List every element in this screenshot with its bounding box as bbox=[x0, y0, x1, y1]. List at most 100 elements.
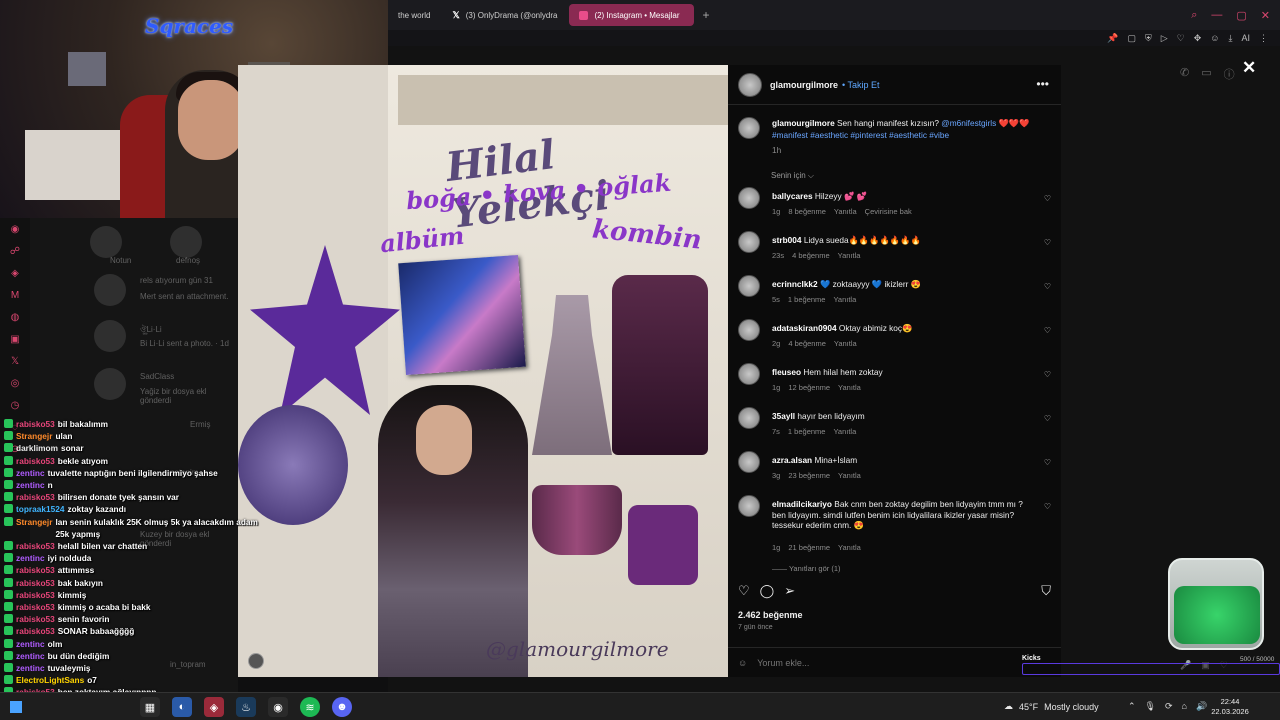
like-comment-icon[interactable]: ♡ bbox=[1044, 458, 1051, 467]
browser-icon[interactable]: ◈ bbox=[204, 697, 224, 717]
info-icon[interactable]: ⓘ bbox=[1224, 66, 1235, 82]
extensions-icon[interactable]: ✥ bbox=[1194, 33, 1202, 44]
view-replies-link[interactable]: —— Yanıtları gör (1) bbox=[772, 564, 841, 573]
chat-username[interactable]: Strangejr bbox=[16, 430, 52, 442]
commenter-name[interactable]: azra.alsan bbox=[772, 455, 812, 465]
weather-widget[interactable]: ☁ 45°F Mostly cloudy bbox=[1004, 701, 1099, 712]
comment-reply[interactable]: Yanıtla bbox=[838, 543, 861, 552]
maximize-button[interactable]: ▢ bbox=[1236, 9, 1246, 22]
commenter-avatar[interactable] bbox=[738, 319, 760, 341]
tab-onlydrama[interactable]: 𝕏 (3) OnlyDrama (@onlydra bbox=[442, 4, 567, 26]
commenter-avatar[interactable] bbox=[738, 407, 760, 429]
comment-reply[interactable]: Yanıtla bbox=[833, 295, 856, 304]
chat-username[interactable]: rabisko53 bbox=[16, 491, 55, 503]
comment-reply[interactable]: Yanıtla bbox=[838, 383, 861, 392]
author-avatar[interactable] bbox=[738, 72, 762, 97]
new-tab-button[interactable]: + bbox=[696, 8, 715, 22]
obs-icon[interactable]: ◉ bbox=[268, 697, 288, 717]
user-icon[interactable]: ☺ bbox=[1210, 33, 1219, 43]
commenter-avatar[interactable] bbox=[738, 363, 760, 385]
comment-reply[interactable]: Yanıtla bbox=[838, 251, 861, 260]
comment-reply[interactable]: Yanıtla bbox=[833, 427, 856, 436]
author-name[interactable]: glamourgilmore bbox=[770, 80, 838, 90]
like-comment-icon[interactable]: ♡ bbox=[1044, 194, 1051, 203]
steam-icon[interactable]: ♨ bbox=[236, 697, 256, 717]
chat-username[interactable]: topraak1524 bbox=[16, 503, 64, 515]
comment-reply[interactable]: Yanıtla bbox=[834, 339, 857, 348]
commenter-name[interactable]: strb004 bbox=[772, 235, 802, 245]
windows-start-icon[interactable] bbox=[10, 701, 22, 713]
chat-username[interactable]: rabisko53 bbox=[16, 564, 55, 576]
like-comment-icon[interactable]: ♡ bbox=[1044, 326, 1051, 335]
mic-icon[interactable]: 🎙 bbox=[1145, 701, 1156, 712]
like-comment-icon[interactable]: ♡ bbox=[1044, 414, 1051, 423]
chat-username[interactable]: rabisko53 bbox=[16, 418, 55, 430]
network-icon[interactable]: ⌂ bbox=[1182, 701, 1187, 712]
app-icon[interactable]: ▦ bbox=[140, 697, 160, 717]
chat-username[interactable]: zentinc bbox=[16, 662, 45, 674]
commenter-name[interactable]: fleuseo bbox=[772, 367, 801, 377]
x-icon[interactable]: 𝕏 bbox=[0, 350, 30, 372]
comment-likes[interactable]: 21 beğenme bbox=[788, 543, 830, 552]
commenter-avatar[interactable] bbox=[738, 495, 760, 517]
commenter-name[interactable]: ballycares bbox=[772, 191, 813, 201]
chat-username[interactable]: zentinc bbox=[16, 638, 45, 650]
video-icon[interactable]: ▭ bbox=[1201, 66, 1211, 82]
chat-username[interactable]: rabisko53 bbox=[16, 601, 55, 613]
comment-reply[interactable]: Yanıtla bbox=[834, 207, 857, 216]
like-icon[interactable]: ♡ bbox=[738, 583, 750, 599]
phone-icon[interactable]: ✆ bbox=[1180, 66, 1189, 82]
comment-likes[interactable]: 4 beğenme bbox=[788, 339, 826, 348]
comment-icon[interactable]: ◯ bbox=[760, 583, 775, 599]
chat-username[interactable]: zentinc bbox=[16, 467, 45, 479]
comment-likes[interactable]: 1 beğenme bbox=[788, 427, 826, 436]
app-icon[interactable]: ◉ bbox=[0, 218, 30, 240]
app-icon[interactable]: ◎ bbox=[0, 372, 30, 394]
commenter-name[interactable]: 35ayll bbox=[772, 411, 795, 421]
commenter-avatar[interactable] bbox=[738, 187, 760, 209]
comment-likes[interactable]: 8 beğenme bbox=[788, 207, 826, 216]
commenter-avatar[interactable] bbox=[738, 275, 760, 297]
comment-likes[interactable]: 4 beğenme bbox=[792, 251, 830, 260]
comment-reply[interactable]: Yanıtla bbox=[838, 471, 861, 480]
chat-username[interactable]: rabisko53 bbox=[16, 577, 55, 589]
discord-icon[interactable]: ☻ bbox=[332, 697, 352, 717]
play-icon[interactable]: ▷ bbox=[1161, 33, 1168, 44]
more-options-icon[interactable]: ••• bbox=[1036, 77, 1049, 91]
chat-username[interactable]: zentinc bbox=[16, 479, 45, 491]
tab-the-world[interactable]: the world bbox=[388, 4, 440, 26]
app-icon[interactable]: ◈ bbox=[0, 262, 30, 284]
bookmark-icon[interactable]: ⛉ bbox=[1041, 583, 1051, 599]
pin-icon[interactable]: 📌 bbox=[1107, 33, 1118, 44]
clock[interactable]: 22:44 22.03.2026 bbox=[1200, 697, 1260, 717]
shield-icon[interactable]: ⛨ bbox=[1145, 33, 1152, 44]
author-avatar[interactable] bbox=[738, 117, 760, 139]
app-icon[interactable]: ◷ bbox=[0, 394, 30, 416]
sync-icon[interactable]: ⟳ bbox=[1165, 701, 1173, 712]
chat-username[interactable]: Strangejr bbox=[16, 516, 52, 528]
page-icon[interactable]: ▢ bbox=[1127, 33, 1136, 44]
chat-username[interactable]: darklimom bbox=[16, 442, 58, 454]
chat-username[interactable]: rabisko53 bbox=[16, 613, 55, 625]
commenter-name[interactable]: ecrinnclkk2 bbox=[772, 279, 818, 289]
emoji-icon[interactable]: ☺ bbox=[738, 658, 747, 668]
comment-likes[interactable]: 1 beğenme bbox=[788, 295, 826, 304]
close-window-button[interactable]: ✕ bbox=[1261, 9, 1270, 22]
chevron-up-icon[interactable]: ⌃ bbox=[1128, 701, 1136, 712]
sort-dropdown[interactable]: Senin için ⌵ bbox=[771, 171, 814, 181]
download-icon[interactable]: ⤓ bbox=[1229, 33, 1233, 44]
commenter-avatar[interactable] bbox=[738, 451, 760, 473]
edge-icon[interactable]: ◐ bbox=[172, 697, 192, 717]
search-icon[interactable]: ⌕ bbox=[1191, 9, 1197, 22]
close-icon[interactable]: ✕ bbox=[1242, 58, 1256, 78]
twitch-icon[interactable]: ▣ bbox=[0, 328, 30, 350]
heart-icon[interactable]: ♡ bbox=[1177, 33, 1185, 44]
like-comment-icon[interactable]: ♡ bbox=[1044, 282, 1051, 291]
chat-username[interactable]: ElectroLightSans bbox=[16, 674, 84, 686]
app-icon[interactable]: ◍ bbox=[0, 306, 30, 328]
app-icon[interactable]: M bbox=[0, 284, 30, 306]
commenter-name[interactable]: adataskiran0904 bbox=[772, 323, 837, 333]
comment-likes[interactable]: 23 beğenme bbox=[788, 471, 830, 480]
chat-username[interactable]: rabisko53 bbox=[16, 540, 55, 552]
commenter-avatar[interactable] bbox=[738, 231, 760, 253]
